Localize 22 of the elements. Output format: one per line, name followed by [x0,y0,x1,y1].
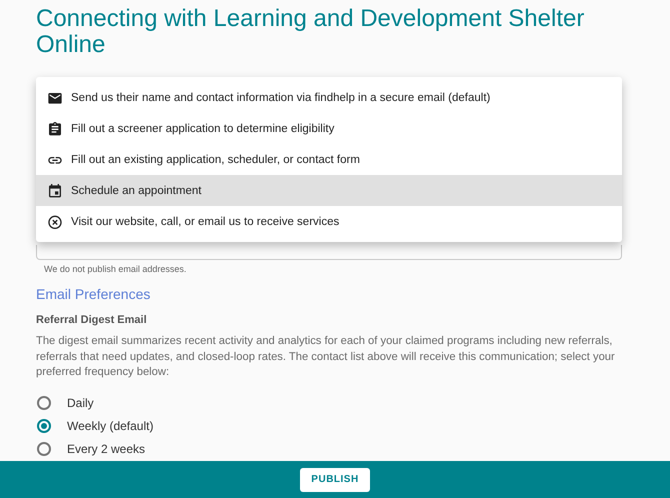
radio-button[interactable] [37,396,51,410]
cancel-icon [48,214,62,228]
helper-text: We do not publish email addresses. [43,263,188,276]
menu-item[interactable]: Schedule an appointment [36,175,622,206]
menu-item[interactable]: Fill out a screener application to determine eligibility [36,113,622,144]
email-field[interactable] [36,245,622,260]
section-heading: Email Preferences [36,286,152,302]
radio-button[interactable] [37,442,51,456]
description-text: The digest email summarizes recent activity and analytics for each of your claimed programs including new referrals, referrals that need updates, and closed-loop rates. The contact list above will receive this communication; select your preferred frequency below: [36,334,616,380]
radio-label: Every 2 weeks [67,442,146,456]
clipboard-icon [48,122,62,136]
calendar-icon [48,184,62,198]
menu-item[interactable]: Send us their name and contact information via findhelp in a secure email (default) [36,82,622,113]
subheading: Referral Digest Email [36,314,148,326]
radio-label: Daily [67,396,94,410]
menu-item[interactable]: Visit our website, call, or email us to receive services [36,206,622,237]
mail-icon [48,90,62,104]
menu-item[interactable]: Fill out an existing application, scheduler, or contact form [36,144,622,175]
radio-button[interactable] [37,419,51,433]
radio-label: Weekly (default) [67,419,154,433]
publish-button[interactable]: PUBLISH [300,468,370,492]
page-title: Connecting with Learning and Development Shelter Online [36,4,586,58]
